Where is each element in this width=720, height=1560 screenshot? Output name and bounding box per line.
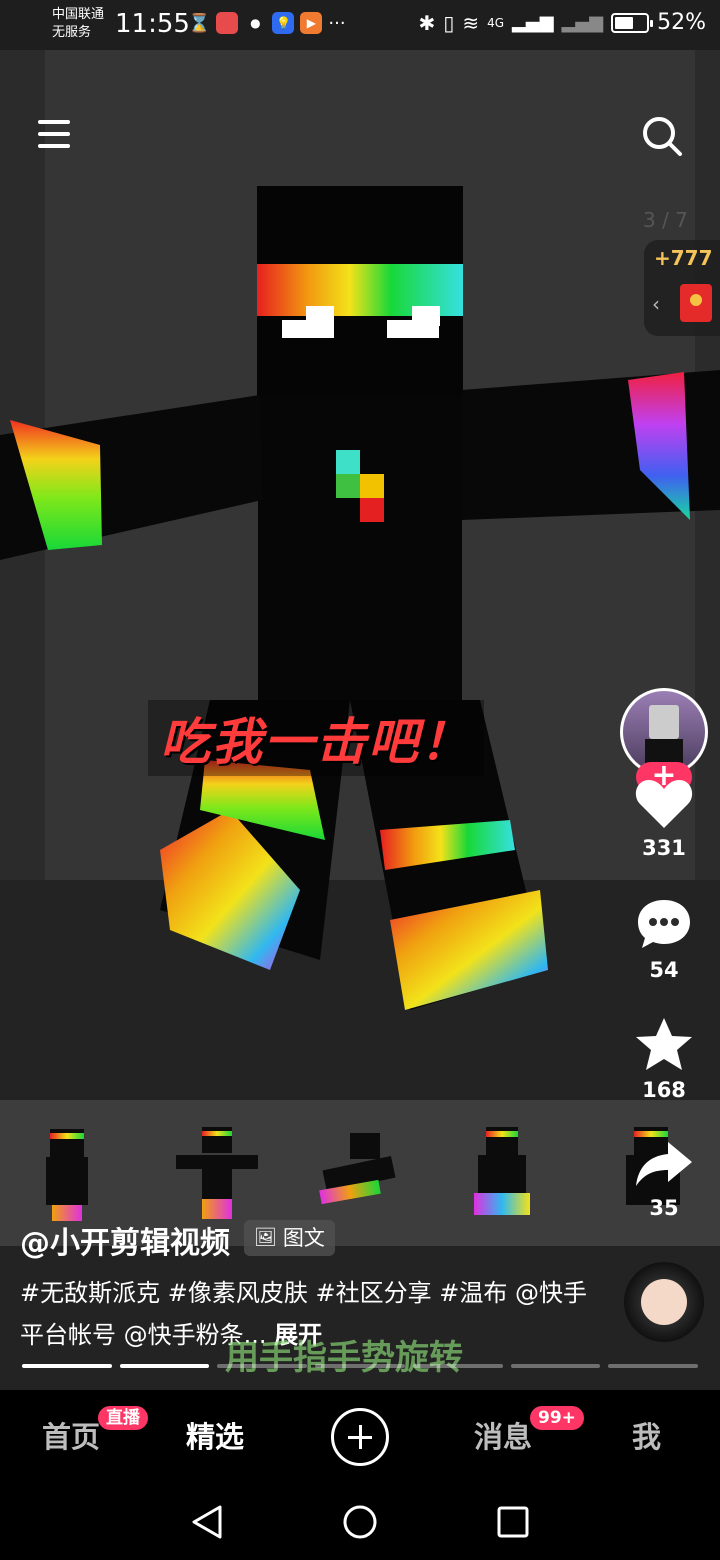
page-progress	[22, 1364, 699, 1368]
signal-icon: ▂▄▆	[512, 12, 554, 33]
wifi-icon: ≋	[462, 10, 480, 35]
thumbnail-1[interactable]	[32, 1123, 112, 1223]
bluetooth-icon: ✱	[418, 10, 436, 35]
bulb-app-icon: 💡	[272, 12, 295, 34]
gesture-hint: 用手指手势旋转	[225, 1338, 463, 1378]
bottom-navigation: 首页 直播 精选 消息 99+ 我	[0, 1390, 720, 1486]
system-navigation-bar	[0, 1486, 720, 1560]
status-bar: 中国联通 无服务 11:55 ⌛ ● 💡 ▶ ··· ✱ ▯ ≋ 4G ▂▄▆ …	[0, 0, 720, 50]
create-post-button[interactable]	[331, 1408, 389, 1466]
video-player[interactable]: 3 / 7 +777 ‹ 吃我一击吧！ + 331 54 168 35 @小开剪…	[0, 50, 720, 1390]
vibrate-icon: ▯	[443, 10, 455, 35]
share-count: 35	[649, 1196, 679, 1220]
chevron-left-icon[interactable]: ‹	[652, 292, 660, 316]
more-notifications: ···	[328, 12, 346, 34]
progress-segment	[217, 1364, 308, 1368]
messages-badge: 99+	[530, 1406, 584, 1430]
reward-widget[interactable]: +777 ‹	[644, 240, 720, 336]
system-indicators: ✱ ▯ ≋ 4G ▂▄▆ ▂▄▆ 52%	[419, 10, 706, 35]
comment-count: 54	[649, 958, 679, 982]
hourglass-icon: ⌛	[188, 12, 211, 34]
comment-button[interactable]: 54	[624, 896, 704, 982]
home-circle-icon[interactable]	[342, 1504, 378, 1540]
hamburger-icon	[38, 120, 70, 124]
progress-segment	[315, 1364, 405, 1368]
signal2-icon: ▂▄▆	[561, 12, 604, 33]
carrier-name: 中国联通	[52, 7, 105, 22]
wechat-icon: ●	[250, 16, 261, 30]
battery-percent: 52%	[657, 10, 706, 35]
progress-segment	[608, 1364, 699, 1368]
author-name[interactable]: @小开剪辑视频	[20, 1218, 230, 1262]
like-count: 331	[642, 836, 686, 860]
progress-segment	[510, 1364, 601, 1368]
nav-messages[interactable]: 消息	[474, 1414, 532, 1456]
progress-segment	[22, 1364, 112, 1368]
back-triangle-icon[interactable]	[190, 1504, 224, 1540]
thumbnail-3[interactable]	[319, 1123, 400, 1223]
share-icon	[636, 1142, 692, 1186]
pixel-character-image	[0, 186, 720, 1010]
nav-home[interactable]: 首页	[42, 1414, 100, 1456]
status-time: 11:55	[115, 9, 190, 39]
menu-button[interactable]	[38, 120, 70, 152]
post-type-label: 图文	[282, 1226, 325, 1250]
nav-me[interactable]: 我	[632, 1414, 661, 1456]
music-avatar-icon	[641, 1279, 687, 1325]
share-button[interactable]: 35	[624, 1138, 704, 1220]
image-page-counter: 3 / 7	[643, 208, 688, 232]
favorite-count: 168	[642, 1078, 686, 1102]
thumbnail-2[interactable]	[176, 1123, 258, 1223]
progress-segment	[119, 1364, 210, 1368]
battery-icon	[611, 12, 654, 33]
play-app-icon: ▶	[300, 12, 323, 34]
huawei-app-icon	[216, 12, 239, 34]
image-icon: 🖼	[254, 1227, 277, 1248]
star-icon	[636, 1018, 692, 1070]
character-torso	[258, 396, 462, 700]
reward-amount: +777	[654, 246, 713, 270]
live-badge: 直播	[98, 1406, 148, 1430]
comment-icon	[638, 900, 690, 948]
search-icon[interactable]	[640, 114, 684, 158]
like-button[interactable]: 331	[624, 776, 704, 860]
nav-featured[interactable]: 精选	[186, 1414, 244, 1456]
thumbnail-4[interactable]	[464, 1123, 544, 1223]
post-type-badge: 🖼 图文	[244, 1220, 335, 1256]
favorite-button[interactable]: 168	[624, 1016, 704, 1102]
heart-icon	[635, 780, 693, 828]
notification-icons: ⌛ ● 💡 ▶ ···	[188, 12, 346, 34]
music-disc[interactable]	[624, 1262, 704, 1342]
recents-square-icon[interactable]	[496, 1505, 530, 1539]
progress-segment	[412, 1364, 503, 1368]
carrier-service: 无服务	[52, 25, 92, 40]
carrier-info: 中国联通 无服务	[52, 6, 104, 42]
red-envelope-icon[interactable]	[680, 284, 712, 322]
overlay-caption: 吃我一击吧！	[148, 700, 484, 776]
network-type: 4G	[487, 15, 505, 30]
